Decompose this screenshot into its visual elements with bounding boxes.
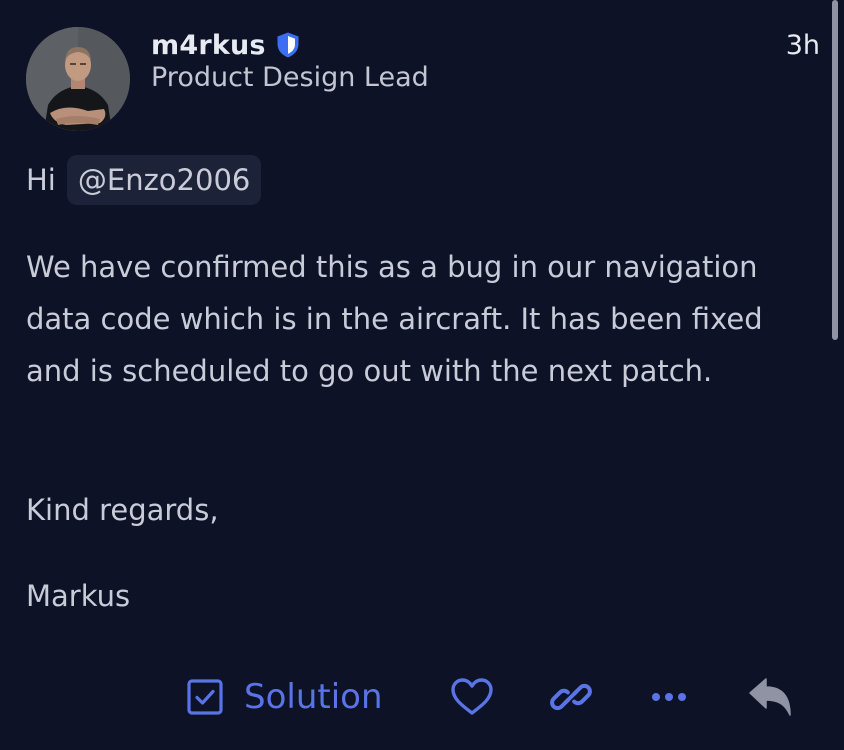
like-button[interactable]: [450, 665, 494, 729]
post-body: We have confirmed this as a bug in our n…: [26, 250, 763, 388]
forum-post: m4rkus Product Design Lead 3h Hi @Enzo20…: [0, 0, 844, 750]
avatar[interactable]: [26, 27, 130, 131]
author-name-row: m4rkus: [151, 26, 301, 64]
author-username[interactable]: m4rkus: [151, 30, 266, 61]
post-closing: Kind regards,: [26, 493, 219, 527]
shield-icon: [275, 31, 301, 59]
link-icon: [550, 676, 592, 718]
solution-button[interactable]: Solution: [186, 665, 383, 729]
post-signature: Markus: [26, 579, 131, 613]
more-icon: [650, 691, 688, 703]
post-timestamp: 3h: [785, 30, 820, 61]
greeting-text: Hi: [26, 163, 56, 197]
user-mention[interactable]: @Enzo2006: [66, 155, 262, 205]
post-actions: Solution: [0, 665, 844, 729]
reply-icon: [748, 677, 792, 717]
heart-icon: [450, 677, 494, 717]
scrollbar[interactable]: [832, 0, 838, 340]
copy-link-button[interactable]: [550, 665, 592, 729]
greeting-line: Hi @Enzo2006: [26, 155, 262, 205]
reply-button[interactable]: [748, 665, 792, 729]
author-title: Product Design Lead: [151, 62, 429, 93]
more-options-button[interactable]: [650, 665, 688, 729]
avatar-portrait: [26, 27, 130, 131]
checkbox-icon: [186, 678, 224, 716]
solution-label: Solution: [244, 677, 383, 717]
